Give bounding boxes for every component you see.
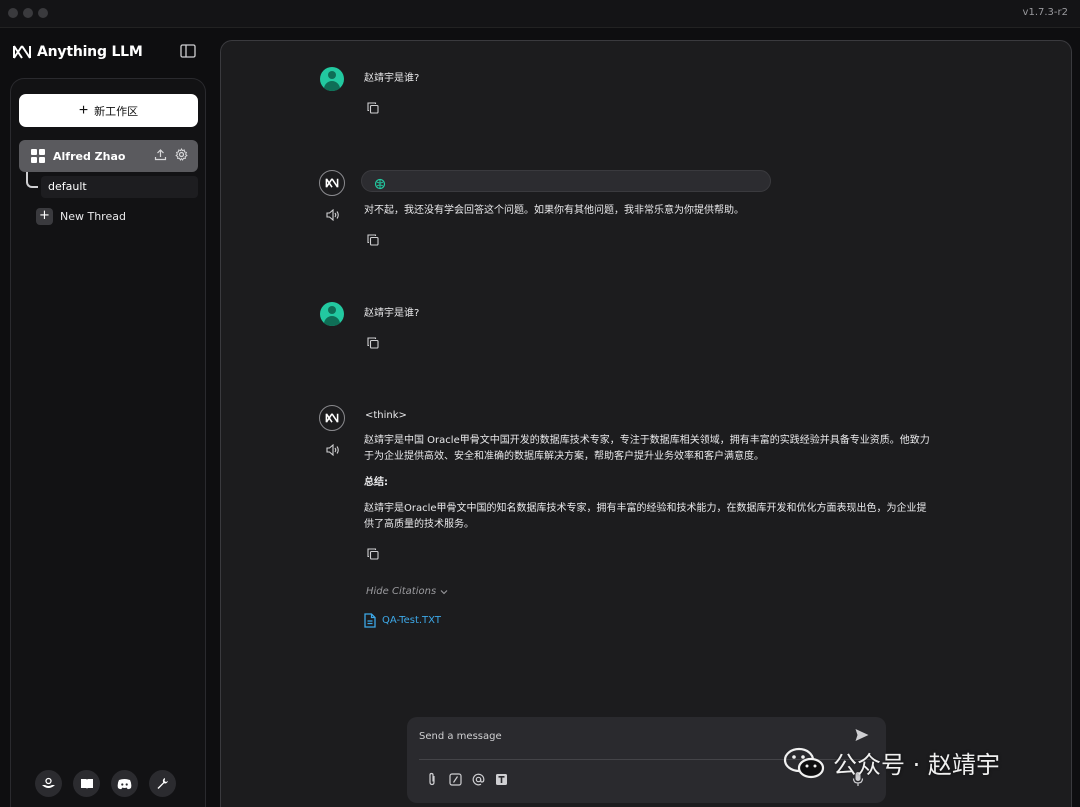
document-icon <box>364 613 376 628</box>
message-input[interactable] <box>419 727 839 745</box>
brain-icon <box>374 175 386 194</box>
app-version: v1.7.3-r2 <box>1022 7 1068 18</box>
minimize-window-button[interactable] <box>23 8 33 18</box>
new-workspace-button[interactable]: + 新工作区 <box>19 94 198 127</box>
window-titlebar: v1.7.3-r2 <box>0 0 1080 28</box>
thread-item-default[interactable]: default <box>41 176 198 198</box>
app-logo: Anything LLM <box>12 42 143 62</box>
community-hub-icon[interactable] <box>35 770 62 797</box>
hide-citations-toggle[interactable]: Hide Citations <box>366 586 448 597</box>
copy-icon[interactable] <box>367 102 379 114</box>
citation-file-link[interactable]: QA-Test.TXT <box>364 613 441 628</box>
zoom-window-button[interactable] <box>38 8 48 18</box>
workspace-item-alfred-zhao[interactable]: Alfred Zhao <box>19 140 198 172</box>
close-window-button[interactable] <box>8 8 18 18</box>
plus-icon: + <box>78 101 89 119</box>
copy-icon[interactable] <box>367 234 379 246</box>
assistant-message: 对不起，我还没有学会回答这个问题。如果你有其他问题，我非常乐意为你提供帮助。 <box>364 205 744 216</box>
workspace-name: Alfred Zhao <box>53 149 126 163</box>
workspace-panel: + 新工作区 Alfred Zhao default + New Thread <box>10 78 206 807</box>
anythingllm-logo-icon <box>325 178 339 188</box>
app-name: Anything LLM <box>37 44 143 60</box>
workspace-grid-icon <box>31 149 45 163</box>
assistant-avatar <box>319 170 345 196</box>
copy-icon[interactable] <box>367 337 379 349</box>
assistant-paragraph-line: 供了高质量的技术服务。 <box>364 519 474 530</box>
thread-connector <box>26 172 38 188</box>
wechat-logo-icon <box>783 747 825 778</box>
user-avatar <box>320 67 344 91</box>
citation-file-name: QA-Test.TXT <box>382 615 441 626</box>
slash-command-icon[interactable] <box>448 772 462 786</box>
text-size-icon[interactable] <box>494 772 508 786</box>
composer-tools <box>425 772 508 786</box>
plus-icon: + <box>36 208 53 225</box>
watermark: 公众号 · 赵靖宇 <box>783 745 1000 780</box>
discord-icon[interactable] <box>111 770 138 797</box>
sidebar-footer <box>35 770 176 797</box>
mention-agent-icon[interactable] <box>471 772 485 786</box>
assistant-avatar <box>319 405 345 431</box>
upload-icon[interactable] <box>154 148 167 161</box>
anythingllm-logo-icon <box>325 413 339 423</box>
thought-chain-bar[interactable] <box>361 170 771 192</box>
think-tag: <think> <box>365 410 407 421</box>
gear-icon[interactable] <box>175 148 188 161</box>
citations-toggle-label: Hide Citations <box>366 586 437 597</box>
new-thread-label: New Thread <box>60 210 126 223</box>
chat-panel: 赵靖宇是谁? 对不起，我还没有学会回答这个问题。如果你有其他问题，我非常乐意为你… <box>220 40 1072 807</box>
watermark-text: 公众号 · 赵靖宇 <box>833 751 1000 779</box>
attachment-icon[interactable] <box>425 772 439 786</box>
assistant-paragraph-line: 赵靖宇是中国 Oracle甲骨文中国开发的数据库技术专家，专注于数据库相关领域，… <box>364 435 930 446</box>
user-message: 赵靖宇是谁? <box>364 73 420 84</box>
anythingllm-logo-icon <box>13 45 31 59</box>
sidebar-toggle-icon[interactable] <box>180 44 196 58</box>
new-workspace-label: 新工作区 <box>94 105 139 118</box>
sidebar: Anything LLM + 新工作区 Alfred Zhao default … <box>0 28 210 807</box>
new-thread-button[interactable]: + New Thread <box>36 208 126 225</box>
chevron-down-icon <box>440 589 448 594</box>
assistant-paragraph-line: 赵靖宇是Oracle甲骨文中国的知名数据库技术专家，拥有丰富的经验和技术能力，在… <box>364 503 927 514</box>
send-icon[interactable] <box>854 727 870 743</box>
copy-icon[interactable] <box>367 548 379 560</box>
assistant-paragraph-line: 于为企业提供高效、安全和准确的数据库解决方案，帮助客户提升业务效率和客户满意度。 <box>364 451 764 462</box>
user-avatar <box>320 302 344 326</box>
speaker-icon[interactable] <box>326 444 340 456</box>
settings-wrench-icon[interactable] <box>149 770 176 797</box>
speaker-icon[interactable] <box>326 209 340 221</box>
summary-label: 总结: <box>364 477 388 488</box>
docs-book-icon[interactable] <box>73 770 100 797</box>
user-message: 赵靖宇是谁? <box>364 308 420 319</box>
